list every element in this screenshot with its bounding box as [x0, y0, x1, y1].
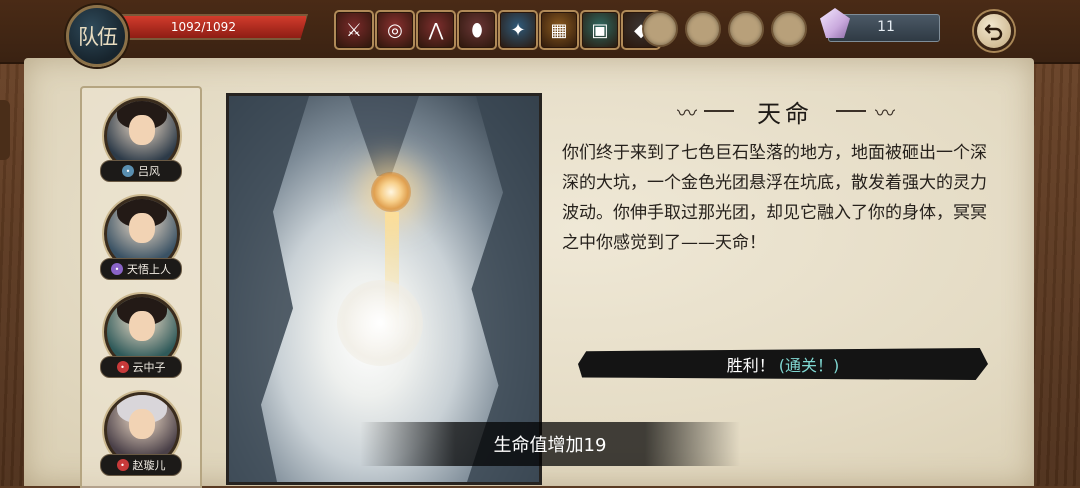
event-title-row: 〰 天命 〰 [640, 94, 930, 128]
event-story-text: 你们终于来到了七色巨石坠落的地方，地面被砸出一个深深的大坑，一个金色光团悬浮在坑… [562, 143, 987, 253]
crystal-shard-icon[interactable]: ✦ [498, 10, 538, 50]
party-member[interactable]: • 天悟上人 [98, 196, 184, 288]
member-name: 云中子 [132, 361, 166, 374]
member-name-plate: • 吕风 [100, 160, 182, 182]
cloud-ornament-left-icon: 〰 [677, 100, 697, 125]
sword-rack-icon[interactable]: ⚔ [334, 10, 374, 50]
side-drawer-tab[interactable] [0, 100, 10, 160]
result-main-text: 胜利！ [726, 356, 775, 375]
portrait-face [129, 115, 155, 145]
party-member[interactable]: • 吕风 [98, 98, 184, 190]
back-button[interactable] [974, 11, 1014, 51]
team-badge-button[interactable]: 队伍 [66, 5, 128, 67]
party-roster: • 吕风 • 天悟上人 • 云中子 • 赵璇儿 [80, 86, 202, 488]
member-name-plate: • 天悟上人 [100, 258, 182, 280]
currency-count: 11 [877, 19, 895, 35]
water-element-icon: • [122, 165, 134, 177]
event-title: 天命 [757, 99, 813, 128]
portrait-face [129, 409, 155, 439]
empty-item-slot[interactable] [771, 11, 807, 47]
rainbow-egg-icon[interactable]: ⬮ [457, 10, 497, 50]
portrait-face [129, 213, 155, 243]
member-name-plate: • 云中子 [100, 356, 182, 378]
return-arrow-icon [984, 24, 1003, 41]
party-member[interactable]: • 赵璇儿 [98, 392, 184, 484]
crater-glow [337, 280, 423, 366]
spiral-element-icon: • [111, 263, 123, 275]
golden-orb [371, 172, 411, 212]
title-divider-left [704, 110, 734, 112]
hp-text: 1092/1092 [170, 20, 236, 34]
empty-item-slot[interactable] [642, 11, 678, 47]
empty-item-slot[interactable] [728, 11, 764, 47]
fire-element-icon: • [116, 361, 129, 373]
jade-chest-icon[interactable]: ▣ [580, 10, 620, 50]
member-name: 天悟上人 [127, 263, 171, 276]
team-hp-bar: 1092/1092 [116, 14, 308, 40]
title-divider-right [836, 110, 866, 112]
result-banner[interactable]: 胜利！ (通关！) [578, 348, 988, 380]
result-sub-text: (通关！) [778, 356, 840, 375]
empty-item-slot[interactable] [685, 11, 721, 47]
member-name-plate: • 赵璇儿 [100, 454, 182, 476]
party-member[interactable]: • 云中子 [98, 294, 184, 386]
spiral-scroll-icon[interactable]: ◎ [375, 10, 415, 50]
hp-gain-toast: 生命值增加19 [360, 422, 740, 466]
portrait-face [129, 311, 155, 341]
member-name: 赵璇儿 [132, 459, 166, 472]
claw-icon[interactable]: ⋀ [416, 10, 456, 50]
cliff-left [229, 96, 309, 482]
member-name: 吕风 [138, 165, 160, 178]
cliff-top [349, 96, 419, 176]
fire-element-icon: • [116, 459, 129, 471]
puzzle-box-icon[interactable]: ▦ [539, 10, 579, 50]
cloud-ornament-right-icon: 〰 [875, 100, 895, 125]
